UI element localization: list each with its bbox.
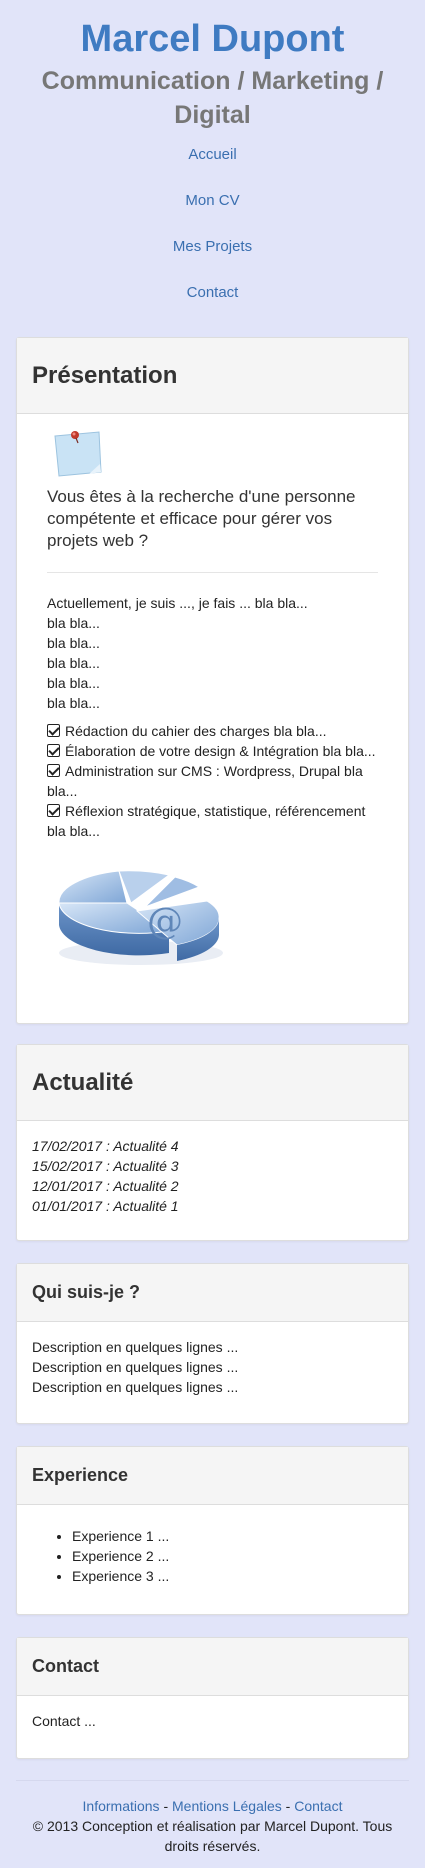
- checkbox-checked-icon: [47, 804, 60, 817]
- experience-item: Experience 3 ...: [72, 1566, 393, 1586]
- sticky-note-icon: [54, 431, 102, 477]
- at-sign-label: @: [147, 901, 183, 942]
- text-line: bla bla...: [47, 695, 100, 711]
- checkbox-checked-icon: [47, 724, 60, 737]
- text-line: bla bla...: [47, 655, 100, 671]
- footer-link-informations[interactable]: Informations: [83, 1798, 160, 1814]
- actualite-panel: Actualité 17/02/2017 : Actualité 4 15/02…: [16, 1044, 409, 1241]
- services-checklist: Rédaction du cahier des charges bla bla.…: [47, 721, 378, 841]
- qui-suis-je-panel: Qui suis-je ? Description en quelques li…: [16, 1263, 409, 1424]
- text-line: bla bla...: [47, 615, 100, 631]
- footer-link-mentions-legales[interactable]: Mentions Légales: [172, 1798, 282, 1814]
- checklist-item: Administration sur CMS : Wordpress, Drup…: [47, 761, 378, 801]
- site-subtitle: Communication / Marketing / Digital: [41, 67, 384, 129]
- site-header: Marcel Dupont Communication / Marketing …: [0, 0, 425, 302]
- qui-suis-je-heading: Qui suis-je ?: [17, 1264, 408, 1322]
- text-line: bla bla...: [47, 635, 100, 651]
- footer-separator: -: [163, 1798, 169, 1814]
- nav-link-contact[interactable]: Contact: [0, 284, 425, 302]
- news-item[interactable]: 01/01/2017 : Actualité 1: [32, 1196, 393, 1216]
- text-line: bla bla...: [47, 675, 100, 691]
- description-line: Description en quelques lignes ...: [32, 1379, 239, 1395]
- site-footer: Informations - Mentions Légales - Contac…: [0, 1796, 425, 1856]
- checklist-item-label: Élaboration de votre design & Intégratio…: [65, 743, 376, 759]
- news-item[interactable]: 17/02/2017 : Actualité 4: [32, 1136, 393, 1156]
- main-nav: Accueil Mon CV Mes Projets Contact: [0, 146, 425, 302]
- site-title: Marcel Dupont: [80, 18, 345, 60]
- actualite-body: 17/02/2017 : Actualité 4 15/02/2017 : Ac…: [17, 1121, 408, 1231]
- nav-link-mes-projets[interactable]: Mes Projets: [0, 238, 425, 256]
- qui-suis-je-body: Description en quelques lignes ... Descr…: [17, 1322, 408, 1412]
- presentation-text: Actuellement, je suis ..., je fais ... b…: [47, 593, 378, 713]
- checklist-item: Élaboration de votre design & Intégratio…: [47, 741, 378, 761]
- text-line: Actuellement, je suis ..., je fais ... b…: [47, 595, 308, 611]
- actualite-heading: Actualité: [17, 1045, 408, 1121]
- copyright-text: © 2013 Conception et réalisation par Mar…: [32, 1818, 393, 1854]
- contact-panel: Contact Contact ...: [16, 1637, 409, 1759]
- presentation-body: Vous êtes à la recherche d'une personne …: [17, 414, 408, 968]
- news-item[interactable]: 12/01/2017 : Actualité 2: [32, 1176, 393, 1196]
- nav-link-mon-cv[interactable]: Mon CV: [0, 192, 425, 210]
- contact-text: Contact ...: [32, 1713, 96, 1729]
- description-line: Description en quelques lignes ...: [32, 1359, 239, 1375]
- pie-chart-email-illustration: @: [58, 870, 223, 965]
- experience-body: Experience 1 ... Experience 2 ... Experi…: [17, 1505, 408, 1601]
- experience-panel: Experience Experience 1 ... Experience 2…: [16, 1446, 409, 1615]
- checklist-item-label: Rédaction du cahier des charges bla bla.…: [65, 723, 327, 739]
- footer-separator: -: [285, 1798, 291, 1814]
- checkbox-checked-icon: [47, 744, 60, 757]
- footer-links: Informations - Mentions Légales - Contac…: [0, 1796, 425, 1816]
- footer-divider: [16, 1780, 409, 1781]
- experience-heading: Experience: [17, 1447, 408, 1505]
- presentation-lead: Vous êtes à la recherche d'une personne …: [47, 487, 356, 550]
- experience-list: Experience 1 ... Experience 2 ... Experi…: [32, 1526, 393, 1586]
- footer-link-contact[interactable]: Contact: [294, 1798, 342, 1814]
- experience-item: Experience 2 ...: [72, 1546, 393, 1566]
- news-item[interactable]: 15/02/2017 : Actualité 3: [32, 1156, 393, 1176]
- checkbox-checked-icon: [47, 764, 60, 777]
- contact-body: Contact ...: [17, 1696, 408, 1746]
- presentation-heading: Présentation: [17, 338, 408, 414]
- divider: [47, 572, 378, 573]
- contact-heading: Contact: [17, 1638, 408, 1696]
- checklist-item: Rédaction du cahier des charges bla bla.…: [47, 721, 378, 741]
- presentation-panel: Présentation Vous êtes à la recherche d'…: [16, 337, 409, 1024]
- description-line: Description en quelques lignes ...: [32, 1339, 239, 1355]
- nav-link-accueil[interactable]: Accueil: [0, 146, 425, 164]
- checklist-item-label: Administration sur CMS : Wordpress, Drup…: [47, 763, 363, 799]
- checklist-item-label: Réflexion stratégique, statistique, réfé…: [47, 803, 366, 839]
- checklist-item: Réflexion stratégique, statistique, réfé…: [47, 801, 378, 841]
- experience-item: Experience 1 ...: [72, 1526, 393, 1546]
